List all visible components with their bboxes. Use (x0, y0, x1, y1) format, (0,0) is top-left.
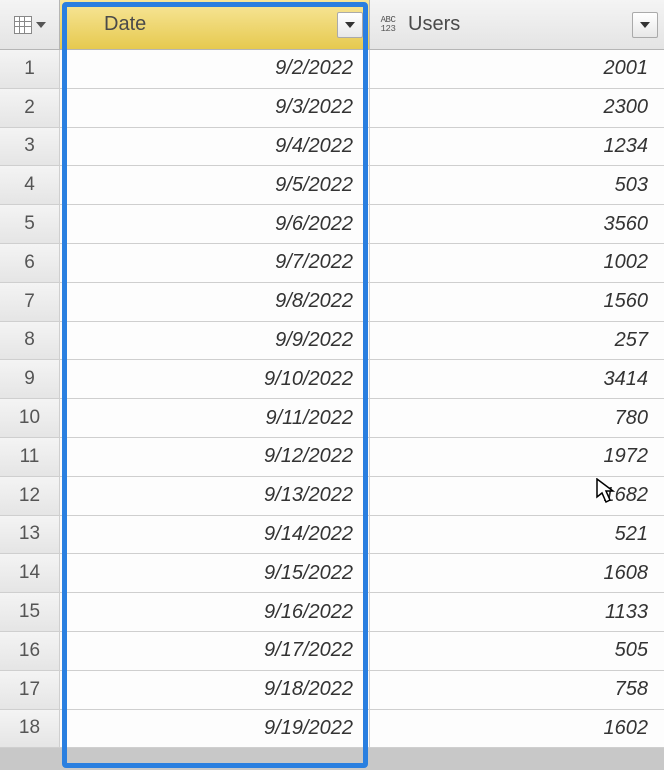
cell-users[interactable]: 521 (370, 516, 664, 555)
chevron-down-icon (640, 22, 650, 28)
row-number-cell[interactable]: 16 (0, 632, 60, 671)
chevron-down-icon (36, 22, 46, 28)
column-filter-button-users[interactable] (632, 12, 658, 38)
row-number-cell[interactable]: 8 (0, 322, 60, 361)
column-header-label: Date (104, 13, 146, 36)
cell-users[interactable]: 257 (370, 322, 664, 361)
cell-date[interactable]: 9/14/2022 (60, 516, 370, 555)
row-number-cell[interactable]: 10 (0, 399, 60, 438)
column-filter-button-date[interactable] (337, 12, 363, 38)
row-number-cell[interactable]: 13 (0, 516, 60, 555)
row-number-cell[interactable]: 11 (0, 438, 60, 477)
cell-users[interactable]: 3560 (370, 205, 664, 244)
row-number-cell[interactable]: 7 (0, 283, 60, 322)
column-header-users[interactable]: ABC 123 Users (370, 0, 664, 50)
cell-users[interactable]: 1133 (370, 593, 664, 632)
cell-users[interactable]: 505 (370, 632, 664, 671)
cell-date[interactable]: 9/8/2022 (60, 283, 370, 322)
cell-users[interactable]: 1972 (370, 438, 664, 477)
row-number-cell[interactable]: 1 (0, 50, 60, 89)
row-number-cell[interactable]: 15 (0, 593, 60, 632)
row-number-cell[interactable]: 4 (0, 166, 60, 205)
table-icon (72, 13, 96, 37)
cell-users[interactable]: 758 (370, 671, 664, 710)
row-number-cell[interactable]: 2 (0, 89, 60, 128)
cell-users[interactable]: 2300 (370, 89, 664, 128)
cell-users[interactable]: 1002 (370, 244, 664, 283)
cell-users[interactable]: 1602 (370, 710, 664, 749)
cell-date[interactable]: 9/4/2022 (60, 128, 370, 167)
cell-date[interactable]: 9/3/2022 (60, 89, 370, 128)
table-icon (14, 16, 32, 34)
cell-date[interactable]: 9/13/2022 (60, 477, 370, 516)
cell-date[interactable]: 9/10/2022 (60, 360, 370, 399)
cell-users[interactable]: 1560 (370, 283, 664, 322)
cell-users[interactable]: 1682 (370, 477, 664, 516)
cell-users[interactable]: 503 (370, 166, 664, 205)
cell-date[interactable]: 9/19/2022 (60, 710, 370, 749)
cell-date[interactable]: 9/7/2022 (60, 244, 370, 283)
row-number-cell[interactable]: 5 (0, 205, 60, 244)
cell-date[interactable]: 9/16/2022 (60, 593, 370, 632)
cell-date[interactable]: 9/9/2022 (60, 322, 370, 361)
cell-users[interactable]: 1608 (370, 554, 664, 593)
cell-date[interactable]: 9/11/2022 (60, 399, 370, 438)
cell-users[interactable]: 1234 (370, 128, 664, 167)
chevron-down-icon (345, 22, 355, 28)
cell-date[interactable]: 9/15/2022 (60, 554, 370, 593)
row-number-cell[interactable]: 6 (0, 244, 60, 283)
row-number-cell[interactable]: 14 (0, 554, 60, 593)
row-number-cell[interactable]: 12 (0, 477, 60, 516)
row-number-cell[interactable]: 18 (0, 710, 60, 749)
cell-users[interactable]: 780 (370, 399, 664, 438)
cell-date[interactable]: 9/6/2022 (60, 205, 370, 244)
row-number-cell[interactable]: 17 (0, 671, 60, 710)
cell-date[interactable]: 9/18/2022 (60, 671, 370, 710)
column-header-label: Users (408, 13, 460, 36)
cell-date[interactable]: 9/12/2022 (60, 438, 370, 477)
cell-users[interactable]: 2001 (370, 50, 664, 89)
row-number-cell[interactable]: 3 (0, 128, 60, 167)
row-number-cell[interactable]: 9 (0, 360, 60, 399)
datatype-icon: ABC 123 (376, 13, 400, 37)
cell-date[interactable]: 9/2/2022 (60, 50, 370, 89)
column-header-date[interactable]: Date (60, 0, 370, 50)
row-number-header[interactable] (0, 0, 60, 50)
cell-users[interactable]: 3414 (370, 360, 664, 399)
cell-date[interactable]: 9/17/2022 (60, 632, 370, 671)
cell-date[interactable]: 9/5/2022 (60, 166, 370, 205)
